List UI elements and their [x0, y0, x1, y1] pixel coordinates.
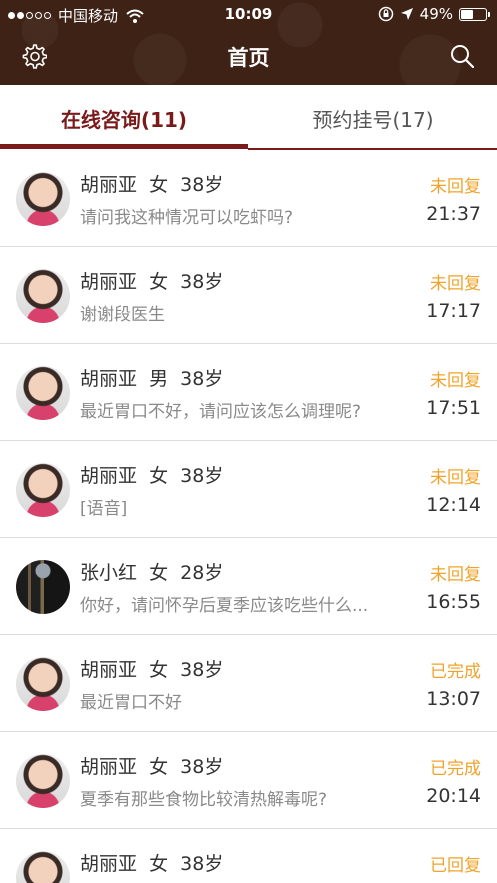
app-header: 中国移动 10:09 49% 首页 [0, 0, 497, 85]
message-preview: 请问我这种情况可以吃虾吗? [80, 208, 294, 228]
message-preview: 最近胃口不好 [80, 693, 182, 713]
reply-status: 未回复 [430, 274, 481, 294]
tab-online-consult[interactable]: 在线咨询(11) [0, 85, 248, 151]
list-item[interactable]: 胡丽亚 女 38岁请问我这种情况可以吃虾吗? 未回复 21:37 [0, 150, 497, 247]
message-time: 20:14 [426, 785, 481, 807]
message-preview: [语音] [80, 499, 128, 519]
status-bar: 中国移动 10:09 49% [0, 0, 497, 28]
avatar [16, 269, 70, 323]
list-item[interactable]: 胡丽亚 女 38岁 [语音] 未回复 12:14 [0, 441, 497, 538]
list-item[interactable]: 胡丽亚 女 38岁 已回复 [0, 829, 497, 883]
patient-name: 胡丽亚 女 38岁 [80, 271, 224, 293]
reply-status: 未回复 [430, 468, 481, 488]
patient-name: 胡丽亚 女 38岁 [80, 659, 224, 681]
message-preview: 谢谢段医生 [80, 305, 165, 325]
patient-name: 张小红 女 28岁 [80, 562, 224, 584]
search-button[interactable] [447, 41, 477, 71]
battery-icon [459, 7, 490, 21]
reply-status: 未回复 [430, 177, 481, 197]
consult-list: 胡丽亚 女 38岁 请问我这种情况可以吃虾吗? 未回复 21:37 胡丽亚 女 38岁谢… [0, 150, 497, 883]
tab-appointment[interactable]: 预约挂号(17) [249, 85, 497, 151]
reply-status: 已完成 [430, 662, 481, 682]
patient-name: 胡丽亚 男 38岁 [80, 368, 224, 390]
avatar [16, 463, 70, 517]
message-preview: 最近胃口不好，请问应该怎么调理呢? [80, 402, 362, 422]
reply-status: 未回复 [430, 565, 481, 585]
avatar [16, 172, 70, 226]
message-time: 17:51 [426, 397, 481, 419]
message-time: 13:07 [426, 688, 481, 710]
list-item[interactable]: 张小红 女 28岁你好，请问怀孕后夏季应该吃些什么... 未回复 16:55 [0, 538, 497, 635]
reply-status: 已回复 [430, 856, 481, 876]
list-item[interactable]: 胡丽亚 男 38岁最近胃口不好，请问应该怎么调理呢? 未回复 17:51 [0, 344, 497, 441]
avatar [16, 657, 70, 711]
active-tab-indicator [0, 144, 248, 149]
reply-status: 已完成 [430, 759, 481, 779]
patient-name: 胡丽亚 女 38岁 [80, 756, 224, 778]
tab-bar: 在线咨询(11) 预约挂号(17) [0, 85, 497, 151]
status-right: 49% [378, 5, 490, 23]
avatar [16, 366, 70, 420]
reply-status: 未回复 [430, 371, 481, 391]
list-item[interactable]: 胡丽亚 女 38岁 最近胃口不好 已完成 13:07 [0, 635, 497, 732]
page-title: 首页 [227, 46, 270, 70]
nav-bar: 首页 [0, 28, 497, 85]
avatar [16, 754, 70, 808]
message-time: 12:14 [426, 494, 481, 516]
message-preview: 夏季有那些食物比较清热解毒呢? [80, 790, 328, 810]
rotation-lock-icon [378, 6, 393, 22]
search-icon [451, 45, 475, 69]
patient-name: 胡丽亚 女 38岁 [80, 174, 224, 196]
avatar [16, 851, 70, 883]
message-time: 17:17 [426, 300, 481, 322]
message-time: 16:55 [426, 591, 481, 613]
location-arrow-icon [400, 8, 413, 20]
patient-name: 胡丽亚 女 38岁 [80, 853, 224, 875]
avatar [16, 560, 70, 614]
message-preview: 你好，请问怀孕后夏季应该吃些什么... [80, 596, 369, 616]
message-time: 21:37 [426, 203, 481, 225]
patient-name: 胡丽亚 女 38岁 [80, 465, 224, 487]
battery-percent: 49% [419, 5, 453, 23]
battery-level [461, 9, 473, 19]
list-item[interactable]: 胡丽亚 女 38岁 谢谢段医生 未回复 17:17 [0, 247, 497, 344]
list-item[interactable]: 胡丽亚 女 38岁夏季有那些食物比较清热解毒呢? 已完成 20:14 [0, 732, 497, 829]
